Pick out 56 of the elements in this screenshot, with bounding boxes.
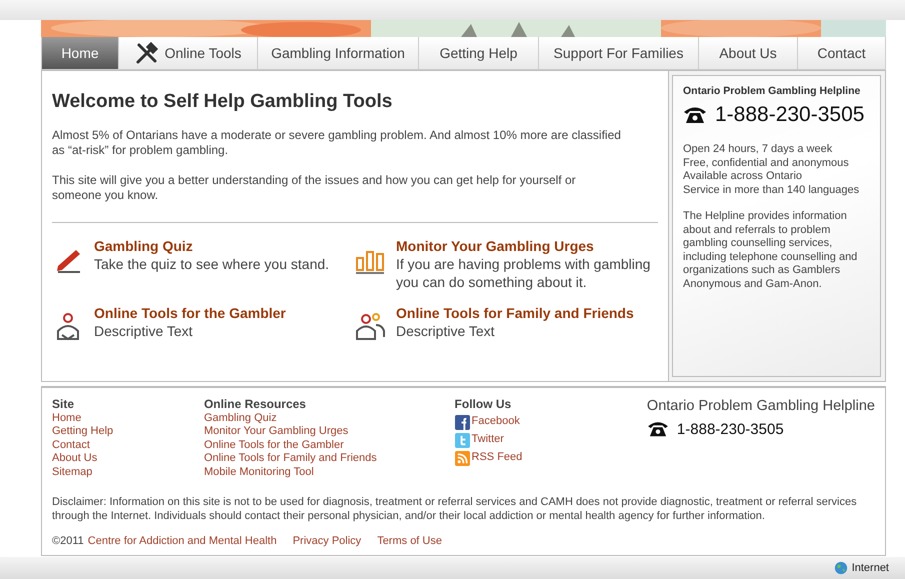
phone-icon (683, 105, 707, 125)
footer-link[interactable]: Privacy Policy (292, 535, 362, 547)
tool-link[interactable]: Online Tools for the Gambler (94, 305, 286, 321)
intro-paragraph: Almost 5% of Ontarians have a moderate or severe gambling problem. And almost 10% more are classified as “at-risk” for problem gambling. (52, 128, 622, 158)
footer-link[interactable]: Sitemap (52, 466, 204, 479)
tool-description: Take the quiz to see where you stand. (94, 255, 330, 273)
tool-link[interactable]: Online Tools for Family and Friends (396, 305, 634, 321)
helpline-feature: Service in more than 140 languages (683, 184, 860, 197)
security-zone: Internet (852, 562, 889, 574)
phone-number: 1-888-230-3505 (676, 420, 784, 438)
tool-description: Descriptive Text (94, 322, 194, 340)
nav-tab[interactable]: Support For Families (539, 37, 699, 69)
social-link[interactable]: RSS Feed (472, 451, 522, 465)
nav-tab[interactable]: Contact (798, 37, 885, 69)
footer-link[interactable]: Terms of Use (377, 535, 442, 547)
footer-link[interactable]: Online Tools for the Gambler (204, 438, 455, 452)
people-icon (354, 311, 386, 343)
rss-icon (454, 450, 470, 466)
page-title: Welcome to Self Help Gambling Tools (52, 91, 394, 113)
helpline-feature: Available across Ontario (683, 170, 804, 184)
facebook-icon (454, 414, 470, 430)
footer-heading: Follow Us (454, 398, 512, 412)
footer-link[interactable]: Home (52, 412, 204, 425)
footer-link[interactable]: Monitor Your Gambling Urges (204, 425, 455, 438)
nav-tab[interactable]: About Us (699, 37, 798, 69)
footer-link[interactable]: Getting Help (52, 425, 204, 438)
footer-heading: Site (52, 398, 76, 412)
tool-link[interactable]: Monitor Your Gambling Urges (396, 238, 658, 254)
phone-number: 1-888-230-3505 (715, 103, 864, 127)
copyright-text: ©2011 (52, 535, 84, 547)
phone-icon (646, 420, 669, 438)
footer-link[interactable]: Gambling Quiz (204, 412, 455, 425)
nav-tab[interactable]: Home (42, 37, 119, 69)
disclaimer-text: Disclaimer: Information on this site is not to be used for diagnosis, treatment or referral services and CAMH does not provide diagnostic, treatment or referral services through the Internet. Individuals should contact their personal physician, and/or their local addiction or mental health agency for further information. (52, 495, 858, 523)
nav-tab[interactable]: Online Tools (119, 37, 258, 69)
nav-tab[interactable]: Gambling Information (258, 37, 419, 69)
footer-link[interactable]: Mobile Monitoring Tool (204, 466, 455, 479)
social-link[interactable]: Facebook (472, 415, 520, 429)
footer-link[interactable]: Centre for Addiction and Mental Health (88, 535, 277, 547)
tool-link[interactable]: Gambling Quiz (94, 238, 330, 254)
tool-description: If you are having problems with gambling you can do something about it. (396, 255, 652, 291)
tool-description: Descriptive Text (396, 322, 496, 340)
twitter-icon (454, 432, 470, 448)
footer-link[interactable]: Online Tools for Family and Friends (204, 452, 455, 466)
helpline-title: Ontario Problem Gambling Helpline (683, 85, 862, 97)
footer-heading: Online Resources (204, 398, 307, 412)
footer-link[interactable]: About Us (52, 452, 204, 466)
intro-paragraph: This site will give you a better understanding of the issues and how you can get help for yourself or someone you know. (52, 173, 577, 203)
footer-link[interactable]: Contact (52, 438, 204, 452)
helpline-feature: Free, confidential and anonymous (683, 156, 850, 170)
helpline-feature: Open 24 hours, 7 days a week (683, 143, 834, 156)
nav-tab[interactable]: Getting Help (419, 37, 539, 69)
social-link[interactable]: Twitter (472, 433, 504, 447)
helpline-title: Ontario Problem Gambling Helpline (646, 398, 875, 414)
helpline-description: The Helpline provides information about and referrals to problem gambling counselling services, including telephone counselling and organizations such as Gamblers Anonymous and Gam-Anon. (683, 210, 858, 291)
globe-icon (834, 561, 848, 575)
